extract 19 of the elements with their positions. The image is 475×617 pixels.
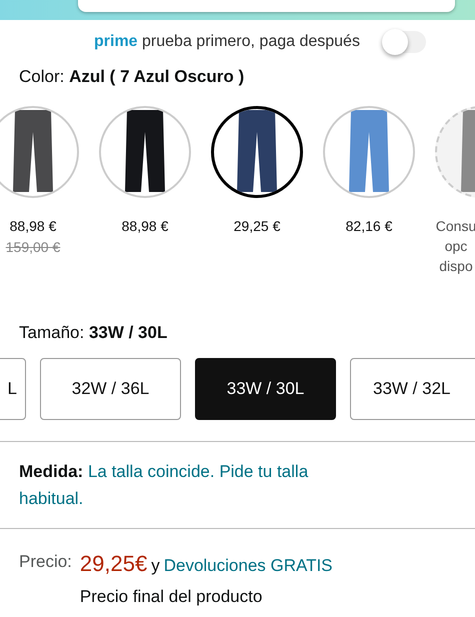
size-option[interactable]: 33W / 32L: [350, 358, 475, 420]
size-label: Tamaño: 33W / 30L: [19, 323, 168, 342]
price-note: Precio final del producto: [80, 586, 264, 608]
price-label: Precio:: [19, 551, 72, 574]
size-option[interactable]: 32W / 36L: [40, 358, 181, 420]
price-text: 88,98 €: [122, 216, 168, 236]
price-text: 29,25 €: [234, 216, 280, 236]
price-text: 82,16 €: [346, 216, 392, 236]
fit-note: Medida: La talla coincide. Pide tu talla habitual.: [19, 460, 310, 510]
price-text: Consu opc dispo: [435, 216, 475, 276]
old-price: 159,00 €: [6, 238, 60, 256]
size-option[interactable]: L: [0, 358, 26, 420]
returns-link[interactable]: Devoluciones GRATIS: [164, 553, 333, 579]
price-amount: 29,25€: [80, 550, 148, 578]
color-label: Color: Azul ( 7 Azul Oscuro ): [19, 67, 244, 86]
joiner-text: y: [151, 555, 160, 578]
size-option[interactable]: 33W / 30L: [195, 358, 336, 420]
prime-trial-text: prime prueba primero, paga después: [94, 32, 360, 52]
price-text: 88,98 €: [10, 216, 56, 236]
